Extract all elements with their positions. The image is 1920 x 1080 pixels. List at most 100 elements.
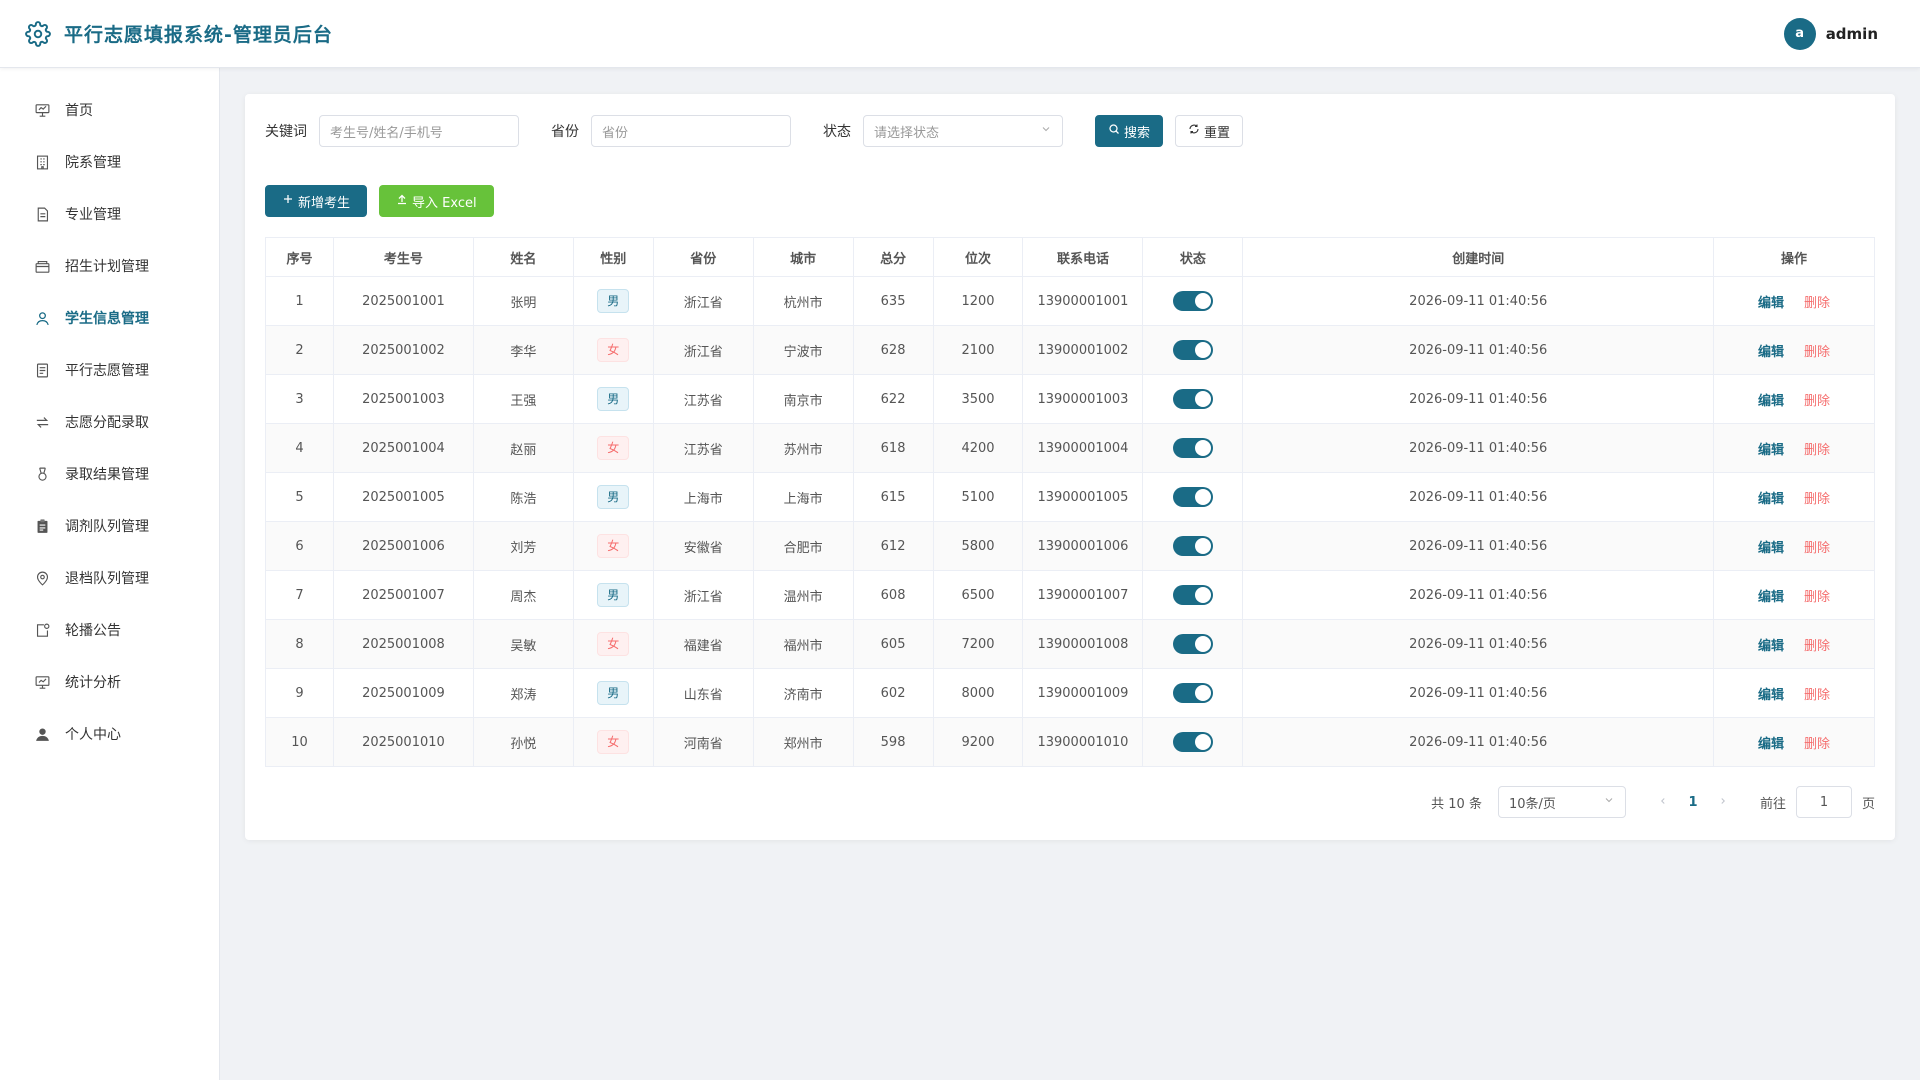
sidebar-item-students[interactable]: 学生信息管理 — [0, 292, 219, 344]
status-toggle[interactable] — [1172, 340, 1213, 360]
edit-button[interactable]: 编辑 — [1758, 492, 1784, 507]
table-row: 7 2025001007 周杰男浙江省 温州市 608 6500 13900001007 20… — [265, 570, 1875, 620]
table-row: 9 2025001009 郑涛男山东省 济南市 602 8000 13900001009 20… — [265, 668, 1875, 718]
cell-name: 张明 — [472, 276, 574, 326]
search-button[interactable]: 搜索 — [1095, 115, 1164, 147]
table-row: 4 2025001004 赵丽女江苏省 苏州市 618 4200 13900001004 20… — [265, 423, 1875, 473]
document-icon — [33, 205, 51, 223]
table-row: 3 2025001003 王强男江苏省 南京市 622 3500 13900001003 20… — [265, 374, 1875, 424]
toggle-knob — [1194, 489, 1211, 505]
status-label: 状态 — [823, 124, 851, 140]
import-excel-button[interactable]: 导入 Excel — [379, 185, 494, 217]
avatar[interactable]: a — [1783, 17, 1816, 50]
edit-button[interactable]: 编辑 — [1758, 296, 1784, 311]
status-toggle[interactable] — [1172, 585, 1213, 605]
reset-button[interactable]: 重置 — [1175, 115, 1244, 147]
delete-button[interactable]: 删除 — [1804, 443, 1830, 458]
cell-rank: 5800 — [932, 521, 1024, 571]
cell-rank: 5100 — [932, 472, 1024, 522]
cell-index: 9 — [265, 668, 334, 718]
delete-button[interactable]: 删除 — [1804, 394, 1830, 409]
sidebar-item-departments[interactable]: 院系管理 — [0, 136, 219, 188]
gender-tag: 男 — [597, 387, 630, 411]
delete-button[interactable]: 删除 — [1804, 492, 1830, 507]
status-toggle[interactable] — [1172, 487, 1213, 507]
status-toggle[interactable] — [1172, 536, 1213, 556]
sidebar-item-adjust-queue[interactable]: 调剂队列管理 — [0, 500, 219, 552]
cell-city: 上海市 — [752, 472, 854, 522]
status-toggle[interactable] — [1172, 291, 1213, 311]
keyword-input[interactable]: 考生号/姓名/手机号 — [319, 115, 519, 147]
delete-button[interactable]: 删除 — [1804, 590, 1830, 605]
status-select[interactable]: 请选择状态 — [863, 115, 1063, 147]
prev-page-button[interactable] — [1648, 795, 1678, 810]
edit-button[interactable]: 编辑 — [1758, 688, 1784, 703]
username[interactable]: admin — [1826, 25, 1878, 43]
status-toggle[interactable] — [1172, 389, 1213, 409]
sidebar-item-profile[interactable]: 个人中心 — [0, 708, 219, 760]
notice-icon — [33, 621, 51, 639]
sidebar-item-label: 院系管理 — [65, 155, 121, 171]
gender-tag: 男 — [597, 485, 630, 509]
sidebar-item-allocation[interactable]: 志愿分配录取 — [0, 396, 219, 448]
sidebar-item-admission-results[interactable]: 录取结果管理 — [0, 448, 219, 500]
next-page-button[interactable] — [1708, 795, 1738, 810]
sidebar-item-majors[interactable]: 专业管理 — [0, 188, 219, 240]
delete-button[interactable]: 删除 — [1804, 688, 1830, 703]
toggle-knob — [1194, 293, 1211, 309]
edit-button[interactable]: 编辑 — [1758, 737, 1784, 752]
location-icon — [33, 569, 51, 587]
delete-button[interactable]: 删除 — [1804, 737, 1830, 752]
edit-button[interactable]: 编辑 — [1758, 590, 1784, 605]
goto-label: 前往 — [1759, 796, 1786, 812]
edit-button[interactable]: 编辑 — [1758, 541, 1784, 556]
edit-button[interactable]: 编辑 — [1758, 394, 1784, 409]
cell-created-time: 2026-09-11 01:40:56 — [1242, 521, 1715, 571]
province-filter: 省份 省份 — [551, 115, 791, 147]
add-student-button[interactable]: 新增考生 — [265, 185, 368, 217]
edit-button[interactable]: 编辑 — [1758, 639, 1784, 654]
user-menu[interactable]: a admin — [1783, 17, 1878, 50]
cell-exam-id: 2025001001 — [332, 276, 474, 326]
cell-operations: 编辑 删除 — [1713, 423, 1875, 473]
sidebar-item-statistics[interactable]: 统计分析 — [0, 656, 219, 708]
plus-icon — [282, 193, 294, 209]
status-toggle[interactable] — [1172, 634, 1213, 654]
brand: 平行志愿填报系统-管理员后台 — [24, 20, 333, 48]
province-input[interactable]: 省份 — [591, 115, 791, 147]
cell-city: 南京市 — [752, 374, 854, 424]
sidebar-item-enrollment-plan[interactable]: 招生计划管理 — [0, 240, 219, 292]
cell-operations: 编辑 删除 — [1713, 325, 1875, 375]
sidebar-item-home[interactable]: 首页 — [0, 84, 219, 136]
user-filled-icon — [33, 725, 51, 743]
cell-index: 2 — [265, 325, 334, 375]
cell-rank: 2100 — [932, 325, 1024, 375]
sidebar-item-withdraw-queue[interactable]: 退档队列管理 — [0, 552, 219, 604]
gender-tag: 男 — [597, 681, 630, 705]
sidebar-item-parallel-wishes[interactable]: 平行志愿管理 — [0, 344, 219, 396]
cell-city: 苏州市 — [752, 423, 854, 473]
search-button-label: 搜索 — [1124, 125, 1151, 141]
keyword-filter: 关键词 考生号/姓名/手机号 — [265, 115, 519, 147]
sidebar-item-carousel-notice[interactable]: 轮播公告 — [0, 604, 219, 656]
cell-created-time: 2026-09-11 01:40:56 — [1242, 472, 1715, 522]
sidebar-item-label: 志愿分配录取 — [65, 415, 149, 431]
status-toggle[interactable] — [1172, 683, 1213, 703]
delete-button[interactable]: 删除 — [1804, 639, 1830, 654]
delete-button[interactable]: 删除 — [1804, 345, 1830, 360]
edit-button[interactable]: 编辑 — [1758, 443, 1784, 458]
total-count: 共 10 条 — [1431, 796, 1482, 812]
edit-button[interactable]: 编辑 — [1758, 345, 1784, 360]
cell-index: 8 — [265, 619, 334, 669]
goto-page-input[interactable]: 1 — [1795, 786, 1852, 818]
delete-button[interactable]: 删除 — [1804, 541, 1830, 556]
cell-name: 郑涛 — [472, 668, 574, 718]
status-toggle[interactable] — [1172, 732, 1213, 752]
table-row: 8 2025001008 吴敏女福建省 福州市 605 7200 13900001008 20… — [265, 619, 1875, 669]
delete-button[interactable]: 删除 — [1804, 296, 1830, 311]
gear-icon — [24, 20, 52, 48]
status-toggle[interactable] — [1172, 438, 1213, 458]
refresh-icon — [1188, 123, 1200, 139]
page-number-current[interactable]: 1 — [1678, 795, 1708, 810]
page-size-select[interactable]: 10条/页 — [1497, 786, 1626, 818]
